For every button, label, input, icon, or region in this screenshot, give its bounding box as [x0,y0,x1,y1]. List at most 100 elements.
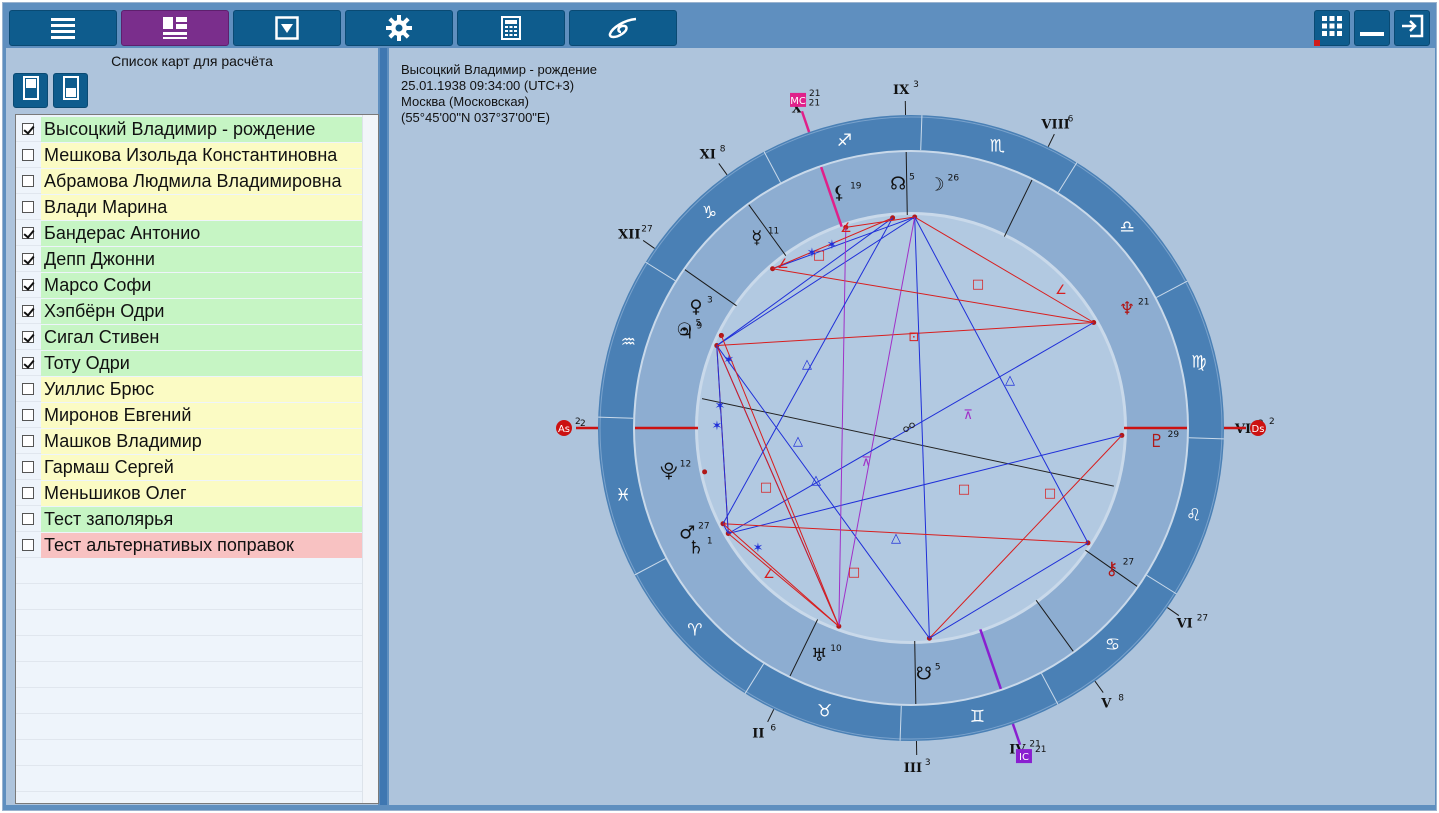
chart-checkbox[interactable] [20,511,36,527]
galaxy-button[interactable] [569,10,677,46]
apps-grid-button[interactable] [1314,10,1350,46]
list-grid-line [16,661,362,662]
chart-checkbox[interactable] [20,537,36,553]
house-degree: 6 [1068,114,1074,124]
chart-list-item[interactable]: Тест альтернативых поправок [16,532,362,558]
chart-list-item[interactable]: Абрамова Людмила Владимировна [16,168,362,194]
list-grid-line [16,765,362,766]
aspect-glyph: ⊼ [963,408,973,423]
chart-list-item[interactable]: Меньшиков Олег [16,480,362,506]
aspect-glyph: ✶ [712,419,723,434]
natal-chart-area: ♓♈♉♊♋♌♍♎♏♐♑♒I2II6III3IV21V8VI27VII2VIII6… [389,48,1435,805]
chart-list-item[interactable]: Бандерас Антонио [16,220,362,246]
planet-glyph: ♃ [677,322,693,343]
house-cusp-tick [1094,680,1104,693]
chart-list-item[interactable]: Сигал Стивен [16,324,362,350]
chart-list-item[interactable]: Машков Владимир [16,428,362,454]
zodiac-sign-glyph: ♉ [817,702,832,722]
dropdown-box-button[interactable] [233,10,341,46]
midheaven-label: MC [790,96,806,107]
aspect-glyph: ∠ [777,257,789,272]
planet-degree: 5 [909,172,915,182]
chart-list-item[interactable]: Высоцкий Владимир - рождение [16,116,362,142]
chart-checkbox[interactable] [20,381,36,397]
aspect-glyph: ✶ [753,541,764,556]
planet-glyph: ☿ [751,228,762,249]
chart-checkbox[interactable] [20,277,36,293]
chart-list-item[interactable]: Депп Джонни [16,246,362,272]
aspect-glyph: □ [760,480,772,495]
chart-name: Сигал Стивен [41,324,362,350]
chart-checkbox[interactable] [20,303,36,319]
zodiac-sign-glyph: ♐ [837,131,852,151]
exit-button[interactable] [1394,10,1430,46]
house-degree: 3 [913,80,919,90]
chart-list-panel: Список карт для расчёта Высоцкий Владими… [6,48,379,805]
planet-degree: 29 [1168,430,1180,440]
house-degree: 8 [720,145,726,155]
chart-name: Депп Джонни [41,246,362,272]
layout-button[interactable] [121,10,229,46]
chart-checkbox[interactable] [20,225,36,241]
planet-glyph: ♇ [1149,431,1165,452]
chart-checkbox[interactable] [20,485,36,501]
imum-coeli-label: IC [1019,752,1029,763]
zodiac-sign-glyph: ♏ [990,136,1005,156]
chart-checkbox[interactable] [20,459,36,475]
chart-list: Высоцкий Владимир - рождение Мешкова Изол… [15,114,379,804]
chart-list-item[interactable]: Влади Марина [16,194,362,220]
chart-list-item[interactable]: Хэпбёрн Одри [16,298,362,324]
column-view-button[interactable] [13,73,48,108]
chart-name: Влади Марина [41,194,362,220]
list-grid-line [16,739,362,740]
ascendant-label: As [558,424,570,435]
list-grid-line [16,713,362,714]
chart-list-item[interactable]: Марсо Софи [16,272,362,298]
chart-list-item[interactable]: Уиллис Брюс [16,376,362,402]
aspect-glyph: □ [958,482,970,497]
aspect-glyph: ⊡ [909,330,920,345]
aspect-glyph: ∠ [1055,283,1067,298]
house-degree: 8 [1118,693,1124,703]
list-scrollbar[interactable] [362,115,378,803]
zodiac-sign-glyph: ♎ [1119,217,1134,237]
chart-list-item[interactable]: Мешкова Изольда Константиновна [16,142,362,168]
chart-checkbox[interactable] [20,433,36,449]
list-grid-line [16,609,362,610]
column-view-alt-button[interactable] [53,73,88,108]
chart-checkbox[interactable] [20,121,36,137]
panel-splitter[interactable] [380,48,387,805]
chart-checkbox[interactable] [20,147,36,163]
midheaven-degree: 21 [809,89,820,99]
aspect-glyph: □ [848,565,860,580]
chart-checkbox[interactable] [20,407,36,423]
apps-grid-icon [1321,15,1343,42]
planet-degree: 12 [680,460,691,470]
chart-checkbox[interactable] [20,173,36,189]
chart-info-title: Высоцкий Владимир - рождение [401,62,597,77]
app-window: Список карт для расчёта Высоцкий Владими… [2,2,1437,811]
chart-checkbox[interactable] [20,355,36,371]
list-grid-line [16,791,362,792]
chart-info-coords: (55°45'00"N 037°37'00"E) [401,110,550,125]
house-number: IX [893,83,910,98]
chart-checkbox[interactable] [20,329,36,345]
chart-list-item[interactable]: Тест заполярья [16,506,362,532]
house-degree: 27 [641,225,652,235]
chart-info-datetime: 25.01.1938 09:34:00 (UTC+3) [401,78,575,93]
chart-checkbox[interactable] [20,251,36,267]
calculator-button[interactable] [457,10,565,46]
zodiac-sign-glyph: ♒ [621,333,636,353]
aspect-glyph: ✶ [827,238,838,253]
minimize-button[interactable] [1354,10,1390,46]
settings-button[interactable] [345,10,453,46]
list-button[interactable] [9,10,117,46]
chart-list-title: Список карт для расчёта [111,53,273,69]
chart-list-item[interactable]: Гармаш Сергей [16,454,362,480]
planet-degree: 11 [768,227,779,237]
planet-degree: 19 [850,182,862,192]
chart-checkbox[interactable] [20,199,36,215]
chart-list-item[interactable]: Тоту Одри [16,350,362,376]
planet-degree: 5 [935,663,941,673]
chart-list-item[interactable]: Миронов Евгений [16,402,362,428]
